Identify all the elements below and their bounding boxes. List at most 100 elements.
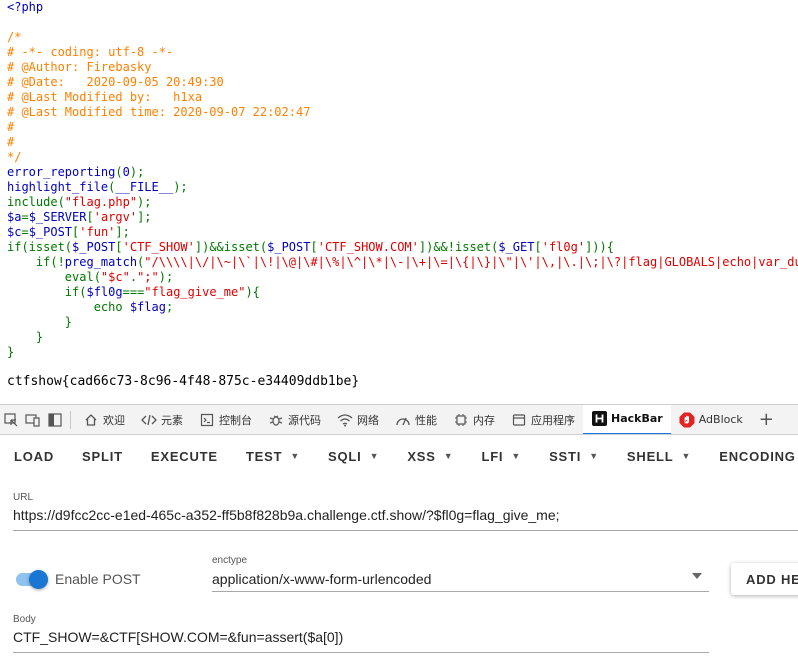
code-token: # @Author: Firebasky [7,60,152,74]
inspect-element-icon[interactable] [0,409,22,431]
code-token: ]; [137,210,152,224]
code-token: } [7,315,73,329]
code-line: } [7,315,798,330]
code-line: $a=$_SERVER['argv']; [7,210,798,225]
tab-memory[interactable]: 内存 [445,405,503,434]
adblock-icon [679,412,695,428]
code-token: __FILE__ [115,180,174,194]
split-button[interactable]: SPLIT [68,436,137,476]
code-line: highlight_file(__FILE__); [7,180,798,195]
code-token: ])&&!isset( [418,240,499,254]
device-toolbar-icon[interactable] [22,409,44,431]
sqli-button[interactable]: SQLI ▼ [314,436,393,476]
button-label: LOAD [14,448,55,464]
code-token: $_POST [72,240,116,254]
url-underline [13,530,798,531]
code-token: = [21,225,29,239]
code-line: # -*- coding: utf-8 -*- [7,45,798,60]
code-token: 'CTF_SHOW.COM' [317,240,419,254]
enable-post-toggle-knob[interactable] [29,570,48,589]
tab-label: 欢迎 [103,413,125,427]
code-line: /* [7,30,798,45]
xss-button[interactable]: XSS ▼ [393,436,467,476]
code-token: [ [310,240,318,254]
code-token: "flag.php" [64,195,138,209]
code-line: <?php [7,0,798,15]
add-tab-button[interactable]: + [751,405,782,434]
body-label: Body [13,614,36,625]
code-token: include( [7,195,65,209]
bug-icon [268,412,284,428]
code-token: ); [137,195,152,209]
url-label: URL [13,492,34,503]
code-line: if($fl0g==="flag_give_me"){ [7,285,798,300]
code-token: === [122,285,145,299]
devtools-tab-bar: 欢迎 元素 控制台 源代码 网络 性能 内存 应用程序 HackBar AdBlock + [0,404,798,435]
lfi-button[interactable]: LFI ▼ [467,436,535,476]
caret-down-icon: ▼ [681,451,692,461]
tab-elements[interactable]: 元素 [133,405,191,434]
tab-application[interactable]: 应用程序 [503,405,583,434]
code-token: ]; [115,225,130,239]
enctype-select[interactable]: application/x-www-form-urlencoded [212,571,431,587]
button-label: SSTI [549,448,582,464]
code-token: ( [115,165,123,179]
caret-down-icon: ▼ [369,451,380,461]
code-line: $c=$_POST['fun']; [7,225,798,240]
tab-welcome[interactable]: 欢迎 [75,405,133,434]
tab-label: 内存 [473,413,495,427]
window-icon [511,412,527,428]
code-tag-icon [141,412,157,428]
dock-panel-icon[interactable] [44,409,66,431]
add-header-button[interactable]: ADD HEADER [731,563,798,595]
code-token: } [7,345,15,359]
code-line: # [7,120,798,135]
code-token: ; [165,300,174,314]
code-token: <?php [7,0,44,14]
code-line: # @Last Modified by: h1xa [7,90,798,105]
code-token: if(isset( [7,240,73,254]
tab-performance[interactable]: 性能 [387,405,445,434]
test-button[interactable]: TEST ▼ [232,436,314,476]
tab-sources[interactable]: 源代码 [260,405,329,434]
code-token: # [7,135,15,149]
encoding-button[interactable]: ENCODING▼ [705,436,798,476]
code-line: include("flag.php"); [7,195,798,210]
tab-label: AdBlock [698,413,743,426]
caret-down-icon: ▼ [443,451,454,461]
home-icon [83,412,99,428]
load-button[interactable]: LOAD [0,436,68,476]
shell-button[interactable]: SHELL ▼ [613,436,705,476]
execute-button[interactable]: EXECUTE [137,436,232,476]
code-line: error_reporting(0); [7,165,798,180]
tab-adblock[interactable]: AdBlock [671,405,751,434]
url-input[interactable]: https://d9fcc2cc-e1ed-465c-a352-ff5b8f82… [13,507,560,523]
tab-network[interactable]: 网络 [329,405,387,434]
code-token: 'fl0g' [541,240,586,254]
code-token: $_SERVER [28,210,87,224]
body-underline [13,652,709,653]
tab-label: HackBar [611,412,663,425]
body-input[interactable]: CTF_SHOW=&CTF[SHOW.COM=&fun=assert($a[0]… [13,629,343,645]
code-token: . [129,270,138,284]
caret-down-icon: ▼ [290,451,301,461]
tab-hackbar[interactable]: HackBar [583,405,671,434]
code-line: if(isset($_POST['CTF_SHOW'])&&isset($_PO… [7,240,798,255]
enable-post-label: Enable POST [55,571,141,587]
code-line: # @Author: Firebasky [7,60,798,75]
console-icon [199,412,215,428]
code-token: ";" [137,270,159,284]
enctype-dropdown-icon[interactable] [692,573,702,579]
code-token: = [21,210,29,224]
button-label: SHELL [626,448,674,464]
tab-label: 性能 [415,413,437,427]
button-label: SPLIT [82,448,123,464]
code-token: eval( [7,270,101,284]
ssti-button[interactable]: SSTI ▼ [535,436,613,476]
code-line: if(!preg_match("/\\\\|\/|\~|\`|\!|\@|\#|… [7,255,798,270]
tab-console[interactable]: 控制台 [191,405,260,434]
code-token: /* [7,30,22,44]
code-token: ); [129,165,145,179]
button-label: SQLI [328,448,362,464]
